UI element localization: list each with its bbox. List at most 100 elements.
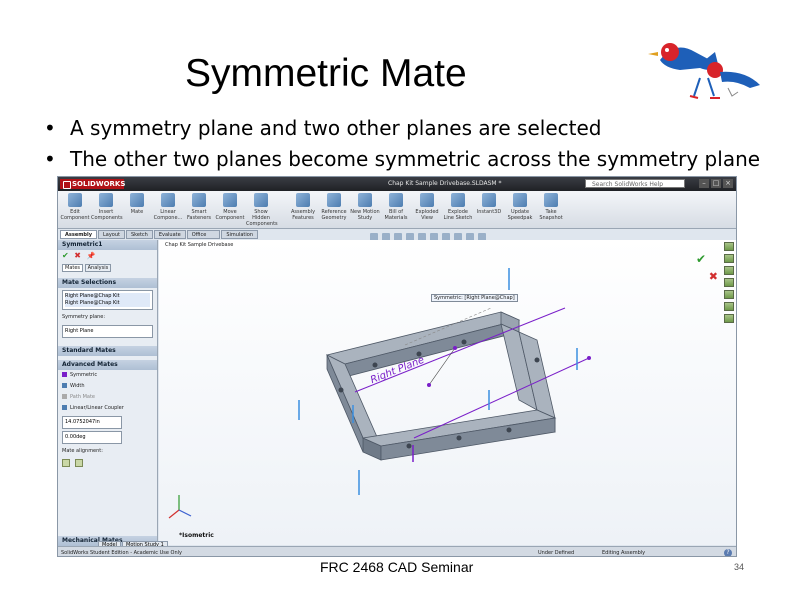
mate-option-path[interactable]: Path Mate bbox=[58, 392, 157, 403]
triad-icon bbox=[168, 495, 192, 519]
smart-fasteners-button[interactable]: Smart Fasteners bbox=[184, 193, 214, 221]
show-hidden-components-button[interactable]: Show Hidden Components bbox=[246, 193, 278, 227]
confirm-corner-icon[interactable]: ✔ bbox=[696, 252, 706, 266]
anti-aligned-button[interactable] bbox=[74, 459, 83, 467]
angle-field[interactable]: 0.00deg bbox=[62, 431, 122, 444]
mate-selections-list[interactable]: Right Plane@Chap Kit Right Plane@Chap Ki… bbox=[62, 290, 153, 310]
linear-pattern-button[interactable]: Linear Compone... bbox=[153, 193, 183, 221]
assembly-features-button[interactable]: Assembly Features bbox=[288, 193, 318, 221]
pm-action-row: ✔ ✖ 📌 bbox=[58, 250, 157, 263]
assembly-features-icon bbox=[296, 193, 310, 207]
view-orientation-label: *Isometric bbox=[179, 532, 214, 539]
custom-properties-icon[interactable] bbox=[724, 314, 734, 323]
speedpak-icon bbox=[513, 193, 527, 207]
tab-assembly[interactable]: Assembly bbox=[60, 230, 97, 239]
bullet-item: The other two planes become symmetric ac… bbox=[44, 147, 760, 178]
status-text: SolidWorks Student Edition - Academic Us… bbox=[61, 550, 182, 556]
model-drawing: ✓ bbox=[168, 268, 591, 519]
bullet-list: A symmetry plane and two other planes ar… bbox=[44, 116, 760, 178]
symmetry-plane-label: Symmetry plane: bbox=[62, 314, 106, 320]
show-hidden-icon bbox=[254, 193, 268, 207]
list-item[interactable]: Right Plane@Chap Kit bbox=[65, 300, 150, 307]
search-icon[interactable] bbox=[724, 278, 734, 287]
update-speedpak-button[interactable]: Update Speedpak bbox=[505, 193, 535, 221]
path-mate-icon bbox=[62, 394, 67, 399]
resources-icon[interactable] bbox=[724, 242, 734, 251]
status-definition: Under Defined bbox=[538, 550, 575, 556]
motion-study-icon bbox=[358, 193, 372, 207]
bullet-item: A symmetry plane and two other planes ar… bbox=[44, 116, 760, 147]
minimize-button[interactable]: – bbox=[699, 179, 709, 188]
standard-mates-header[interactable]: Standard Mates bbox=[58, 346, 157, 356]
mate-option-linear-coupler[interactable]: Linear/Linear Coupler bbox=[58, 403, 157, 414]
insert-components-button[interactable]: Insert Components bbox=[91, 193, 123, 221]
bill-of-materials-icon bbox=[389, 193, 403, 207]
list-item[interactable]: Right Plane@Chap Kit bbox=[65, 293, 150, 300]
maximize-button[interactable]: □ bbox=[711, 179, 721, 188]
width-icon bbox=[62, 383, 67, 388]
slide-title: Symmetric Mate bbox=[185, 52, 467, 95]
search-input[interactable]: Search SolidWorks Help bbox=[585, 179, 685, 188]
smart-fasteners-icon bbox=[192, 193, 206, 207]
slide-footer: FRC 2468 CAD Seminar bbox=[320, 559, 474, 575]
symmetric-icon bbox=[62, 372, 67, 377]
tab-mates[interactable]: Mates bbox=[62, 264, 84, 272]
tab-sketch[interactable]: Sketch bbox=[125, 230, 153, 239]
take-snapshot-button[interactable]: Take Snapshot bbox=[536, 193, 566, 221]
tab-analysis[interactable]: Analysis bbox=[84, 264, 112, 272]
document-title: Chap Kit Sample Drivebase.SLDASM * bbox=[388, 180, 502, 187]
reference-geometry-button[interactable]: Reference Geometry bbox=[319, 193, 349, 221]
appearances-icon[interactable] bbox=[724, 302, 734, 311]
task-pane-tabs bbox=[724, 242, 734, 352]
mate-alignment-label: Mate alignment: bbox=[62, 448, 103, 454]
exploded-view-button[interactable]: Exploded View bbox=[412, 193, 442, 221]
reference-geometry-icon bbox=[327, 193, 341, 207]
command-tabs: Assembly Layout Sketch Evaluate Office P… bbox=[58, 230, 258, 246]
aligned-button[interactable] bbox=[62, 459, 70, 467]
tab-office-products[interactable]: Office Products bbox=[186, 230, 221, 246]
pm-tabs: Mates Analysis bbox=[58, 263, 157, 274]
tab-layout[interactable]: Layout bbox=[97, 230, 125, 239]
mate-button[interactable]: Mate bbox=[122, 193, 152, 215]
symmetry-plane-value: Right Plane bbox=[65, 328, 94, 334]
new-motion-study-button[interactable]: New Motion Study bbox=[350, 193, 380, 221]
distance-field[interactable]: 14.0752047in bbox=[62, 416, 122, 429]
window-controls: – □ × bbox=[693, 179, 733, 188]
solidworks-window: SOLIDWORKS Chap Kit Sample Drivebase.SLD… bbox=[57, 176, 737, 557]
linear-pattern-icon bbox=[161, 193, 175, 207]
help-icon[interactable]: ? bbox=[724, 549, 732, 556]
exploded-view-icon bbox=[420, 193, 434, 207]
mate-icon bbox=[130, 193, 144, 207]
symmetry-plane-field[interactable]: Right Plane bbox=[62, 325, 153, 338]
graphics-area[interactable]: Chap Kit Sample Drivebase Symmetric: [Ri… bbox=[159, 240, 736, 545]
bill-of-materials-button[interactable]: Bill of Materials bbox=[381, 193, 411, 221]
page-number: 34 bbox=[734, 562, 745, 572]
instant3d-button[interactable]: Instant3D bbox=[474, 193, 504, 215]
mate-option-width[interactable]: Width bbox=[58, 381, 157, 392]
move-component-button[interactable]: Move Component bbox=[215, 193, 245, 221]
view-palette-icon[interactable] bbox=[724, 290, 734, 299]
file-explorer-icon[interactable] bbox=[724, 266, 734, 275]
pushpin-icon[interactable]: 📌 bbox=[87, 252, 96, 260]
mate-selections-header[interactable]: Mate Selections bbox=[58, 278, 157, 288]
status-bar: SolidWorks Student Edition - Academic Us… bbox=[58, 546, 736, 556]
status-mode: Editing Assembly bbox=[602, 550, 646, 556]
confirm-icon[interactable]: ✔ bbox=[62, 251, 69, 260]
mate-callout[interactable]: Symmetric: [Right Plane@Chap] bbox=[431, 294, 518, 302]
tab-evaluate[interactable]: Evaluate bbox=[153, 230, 186, 239]
move-component-icon bbox=[223, 193, 237, 207]
app-logo[interactable]: SOLIDWORKS bbox=[60, 179, 125, 189]
advanced-mates-header[interactable]: Advanced Mates bbox=[58, 360, 157, 370]
edit-component-button[interactable]: Edit Component bbox=[60, 193, 90, 221]
mate-option-symmetric[interactable]: Symmetric bbox=[58, 370, 157, 381]
cancel-corner-icon[interactable]: ✖ bbox=[709, 270, 718, 283]
explode-line-sketch-button[interactable]: Explode Line Sketch bbox=[443, 193, 473, 221]
tab-simulation[interactable]: Simulation bbox=[221, 230, 258, 239]
design-library-icon[interactable] bbox=[724, 254, 734, 263]
snapshot-icon bbox=[544, 193, 558, 207]
explode-line-icon bbox=[451, 193, 465, 207]
property-manager-title: Symmetric1 bbox=[58, 240, 157, 250]
logo-bird-icon bbox=[648, 43, 760, 99]
cancel-icon[interactable]: ✖ bbox=[74, 251, 81, 260]
close-button[interactable]: × bbox=[723, 179, 733, 188]
